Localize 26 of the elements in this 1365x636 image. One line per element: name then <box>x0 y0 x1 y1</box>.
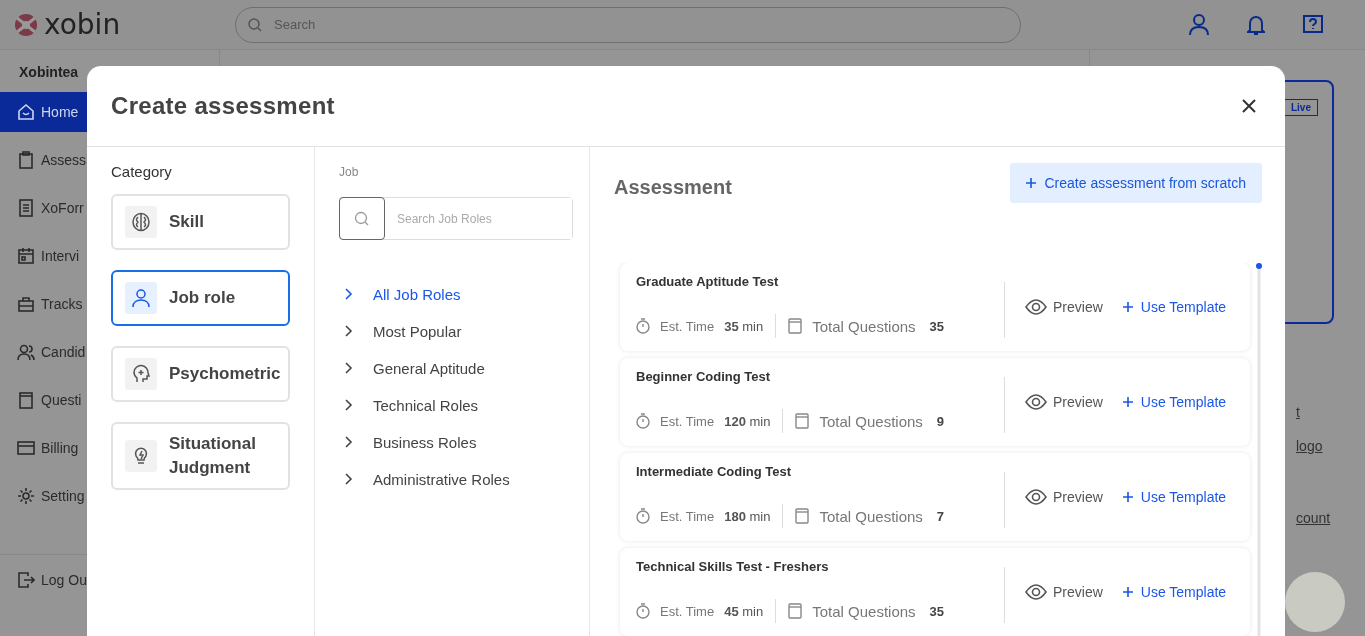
questions-label: Total Questions <box>819 412 923 430</box>
assessment-title: Beginner Coding Test <box>636 369 772 384</box>
questions-count: 7 <box>936 508 945 524</box>
assessment-heading: Assessment <box>614 176 732 199</box>
time-value: 180 min <box>724 508 771 524</box>
questions-count: 9 <box>936 413 945 429</box>
job-heading: Job <box>339 165 360 179</box>
time-value: 45 min <box>724 603 764 619</box>
time-label: Est. Time <box>660 603 715 619</box>
time-label: Est. Time <box>660 318 715 334</box>
time-label: Est. Time <box>660 508 715 524</box>
assessment-title: Technical Skills Test - Freshers <box>636 559 830 574</box>
questions-label: Total Questions <box>812 317 916 335</box>
questions-label: Total Questions <box>819 507 923 525</box>
category-heading: Category <box>111 163 173 180</box>
time-value: 120 min <box>724 413 771 429</box>
organization-name: Xobintea <box>18 64 80 82</box>
assessment-title: Intermediate Coding Test <box>636 464 793 479</box>
questions-count: 35 <box>929 318 945 334</box>
logo-text: xobin <box>44 8 121 41</box>
assessment-title: Graduate Aptitude Test <box>636 274 780 289</box>
time-label: Est. Time <box>660 413 715 429</box>
modal-title: Create assessment <box>111 92 335 120</box>
questions-count: 35 <box>929 603 945 619</box>
time-value: 35 min <box>724 318 764 334</box>
questions-label: Total Questions <box>812 602 916 620</box>
